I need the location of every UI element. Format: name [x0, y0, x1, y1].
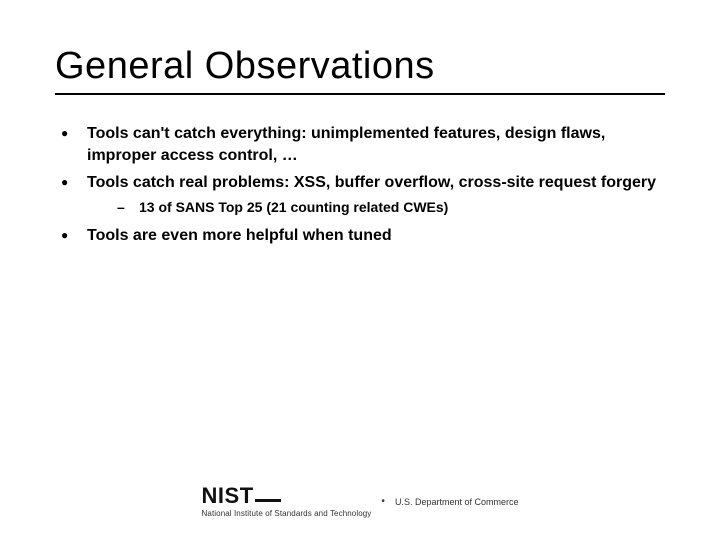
slide-title: General Observations	[55, 45, 665, 88]
slide: General Observations Tools can't catch e…	[0, 0, 720, 540]
footer-department: U.S. Department of Commerce	[395, 497, 519, 507]
bullet-text: Tools catch real problems: XSS, buffer o…	[87, 174, 656, 191]
nist-logo-bar-icon	[255, 499, 281, 502]
bullet-list: Tools can't catch everything: unimplemen…	[55, 123, 665, 247]
footer-separator: •	[381, 496, 385, 507]
bullet-item: Tools are even more helpful when tuned	[61, 225, 659, 247]
sub-bullet-text: 13 of SANS Top 25 (21 counting related C…	[139, 199, 448, 215]
sub-bullet-item: 13 of SANS Top 25 (21 counting related C…	[117, 198, 659, 218]
title-rule	[55, 93, 665, 95]
footer: NIST National Institute of Standards and…	[0, 485, 720, 518]
bullet-item: Tools can't catch everything: unimplemen…	[61, 123, 659, 166]
bullet-item: Tools catch real problems: XSS, buffer o…	[61, 172, 659, 217]
bullet-text: Tools can't catch everything: unimplemen…	[87, 125, 605, 164]
sub-bullet-list: 13 of SANS Top 25 (21 counting related C…	[87, 198, 659, 218]
nist-logo-subtext: National Institute of Standards and Tech…	[202, 509, 372, 518]
bullet-text: Tools are even more helpful when tuned	[87, 227, 392, 244]
nist-logo-text: NIST	[202, 483, 254, 508]
nist-logo-mark: NIST	[202, 485, 281, 507]
nist-logo: NIST National Institute of Standards and…	[202, 485, 372, 518]
